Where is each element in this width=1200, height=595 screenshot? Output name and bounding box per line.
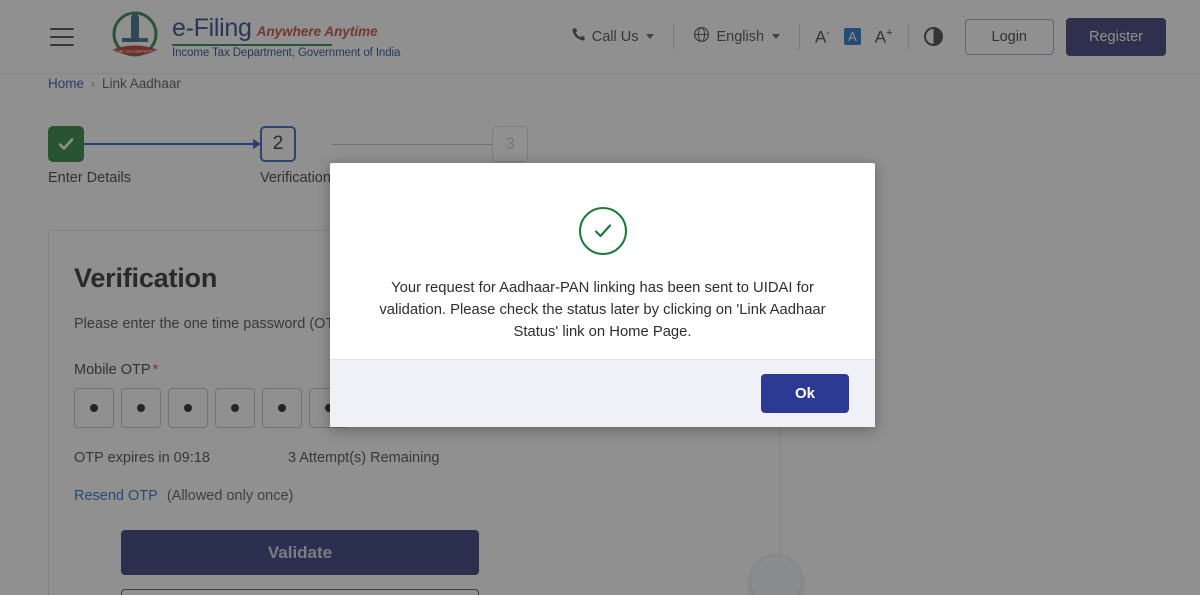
success-check-icon xyxy=(578,207,627,255)
ok-button[interactable]: Ok xyxy=(760,374,849,413)
dialog-message: Your request for Aadhaar-PAN linking has… xyxy=(379,280,826,340)
page-root: INCOME TAX DEPARTMENT e-Filing Anywhere … xyxy=(0,0,1200,595)
dialog-body: Your request for Aadhaar-PAN linking has… xyxy=(330,163,875,359)
dialog-footer: Ok xyxy=(330,359,875,427)
success-dialog: Your request for Aadhaar-PAN linking has… xyxy=(330,163,875,427)
